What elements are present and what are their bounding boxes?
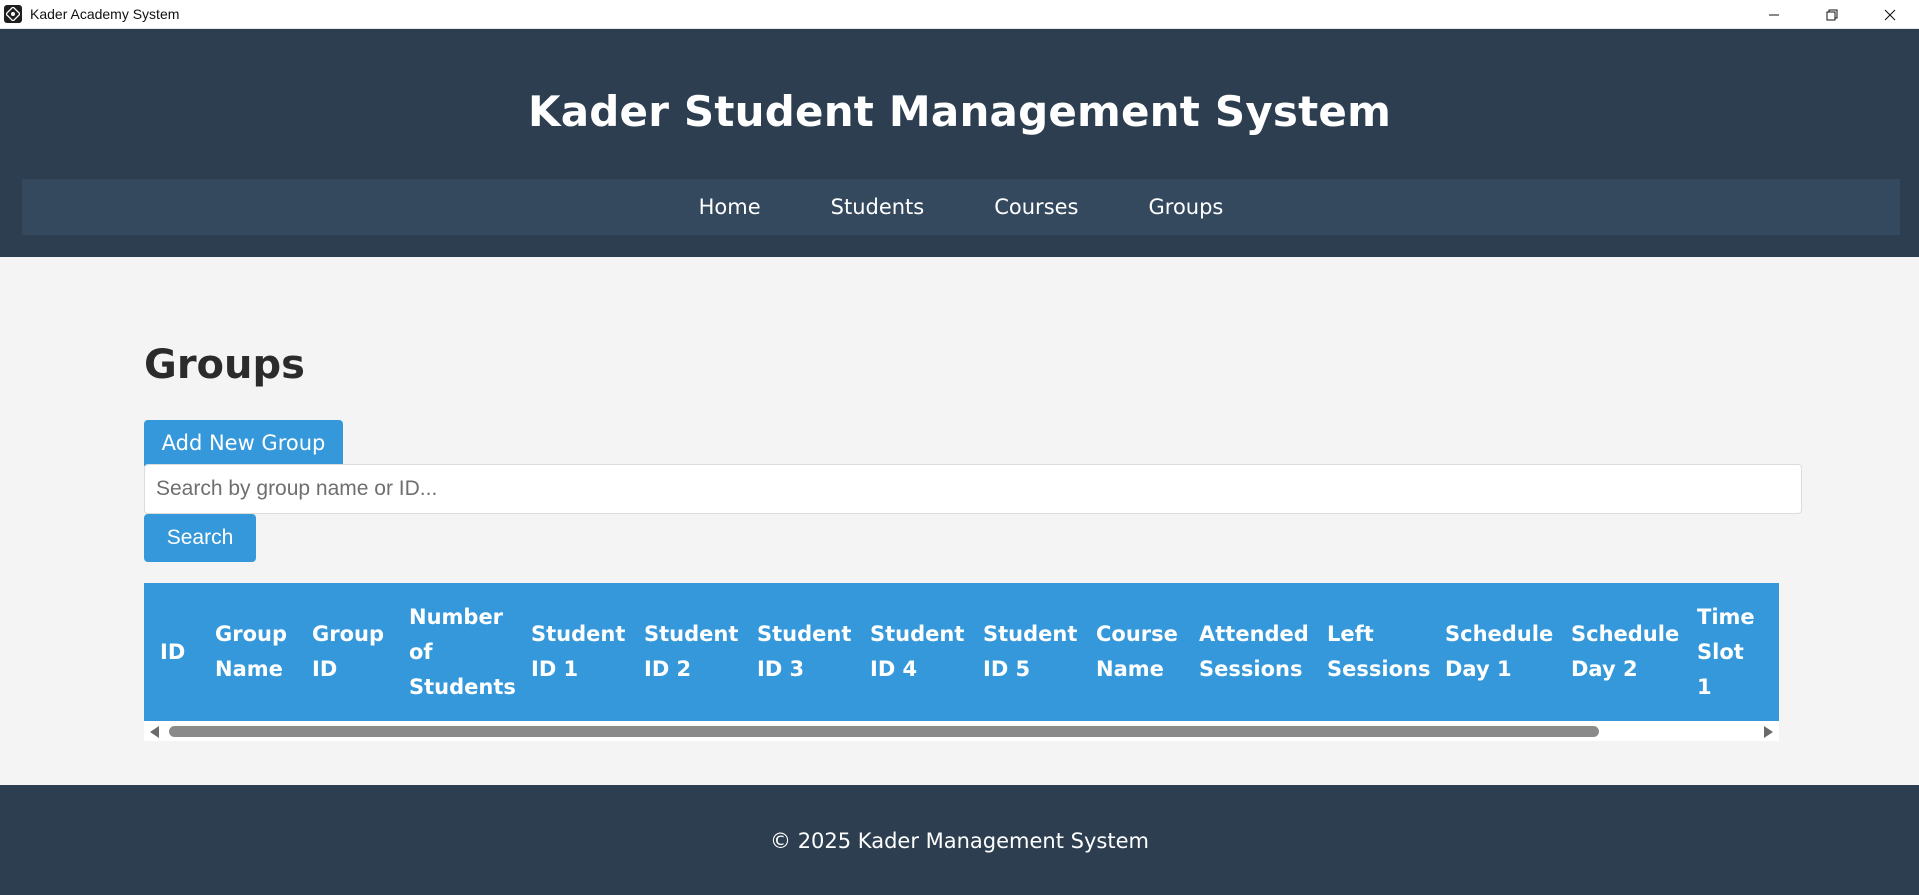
table-header-row: ID Group Name Group ID Number of Student…	[144, 583, 1779, 721]
nav-home[interactable]: Home	[699, 195, 761, 219]
column-header-group-id: Group ID	[312, 622, 385, 681]
minimize-icon[interactable]	[1745, 0, 1803, 29]
window-titlebar: Kader Academy System	[0, 0, 1919, 29]
column-header-student-id-2: Student ID 2	[644, 622, 739, 681]
column-header-time-slot-1: Time Slot 1	[1697, 604, 1755, 699]
column-header-group-name: Group Name	[215, 622, 288, 681]
scroll-left-arrow-icon[interactable]	[150, 726, 159, 738]
column-header-student-id-1: Student ID 1	[531, 622, 626, 681]
column-header-attended-sessions: Attended Sessions	[1199, 622, 1309, 681]
groups-table: ID Group Name Group ID Number of Student…	[144, 583, 1779, 741]
column-header-number-of-students: Number of Students	[409, 604, 516, 699]
column-header-student-id-3: Student ID 3	[757, 622, 852, 681]
site-header: Kader Student Management System Home Stu…	[0, 29, 1919, 257]
nav-students[interactable]: Students	[831, 195, 925, 219]
scrollbar-thumb[interactable]	[169, 726, 1599, 737]
column-header-student-id-5: Student ID 5	[983, 622, 1078, 681]
search-input[interactable]	[144, 464, 1802, 514]
column-header-id: ID	[160, 639, 186, 664]
window-title: Kader Academy System	[30, 6, 180, 22]
page-title: Groups	[144, 342, 305, 388]
search-button[interactable]: Search	[144, 514, 256, 562]
main-nav: Home Students Courses Groups	[22, 179, 1900, 235]
nav-courses[interactable]: Courses	[994, 195, 1078, 219]
column-header-left-sessions: Left Sessions	[1327, 622, 1431, 681]
horizontal-scrollbar[interactable]	[144, 721, 1779, 741]
footer-copyright: © 2025 Kader Management System	[770, 829, 1149, 853]
column-header-course-name: Course Name	[1096, 622, 1178, 681]
close-icon[interactable]	[1861, 0, 1919, 29]
nav-groups[interactable]: Groups	[1149, 195, 1224, 219]
add-group-button[interactable]: Add New Group	[144, 420, 343, 466]
window-controls	[1745, 0, 1919, 29]
column-header-schedule-day-1: Schedule Day 1	[1445, 622, 1554, 681]
column-header-schedule-day-2: Schedule Day 2	[1571, 622, 1680, 681]
restore-icon[interactable]	[1803, 0, 1861, 29]
app-logo-icon	[4, 5, 22, 23]
scroll-right-arrow-icon[interactable]	[1764, 726, 1773, 738]
site-footer: © 2025 Kader Management System	[0, 785, 1919, 895]
site-title: Kader Student Management System	[527, 87, 1392, 136]
column-header-student-id-4: Student ID 4	[870, 622, 965, 681]
